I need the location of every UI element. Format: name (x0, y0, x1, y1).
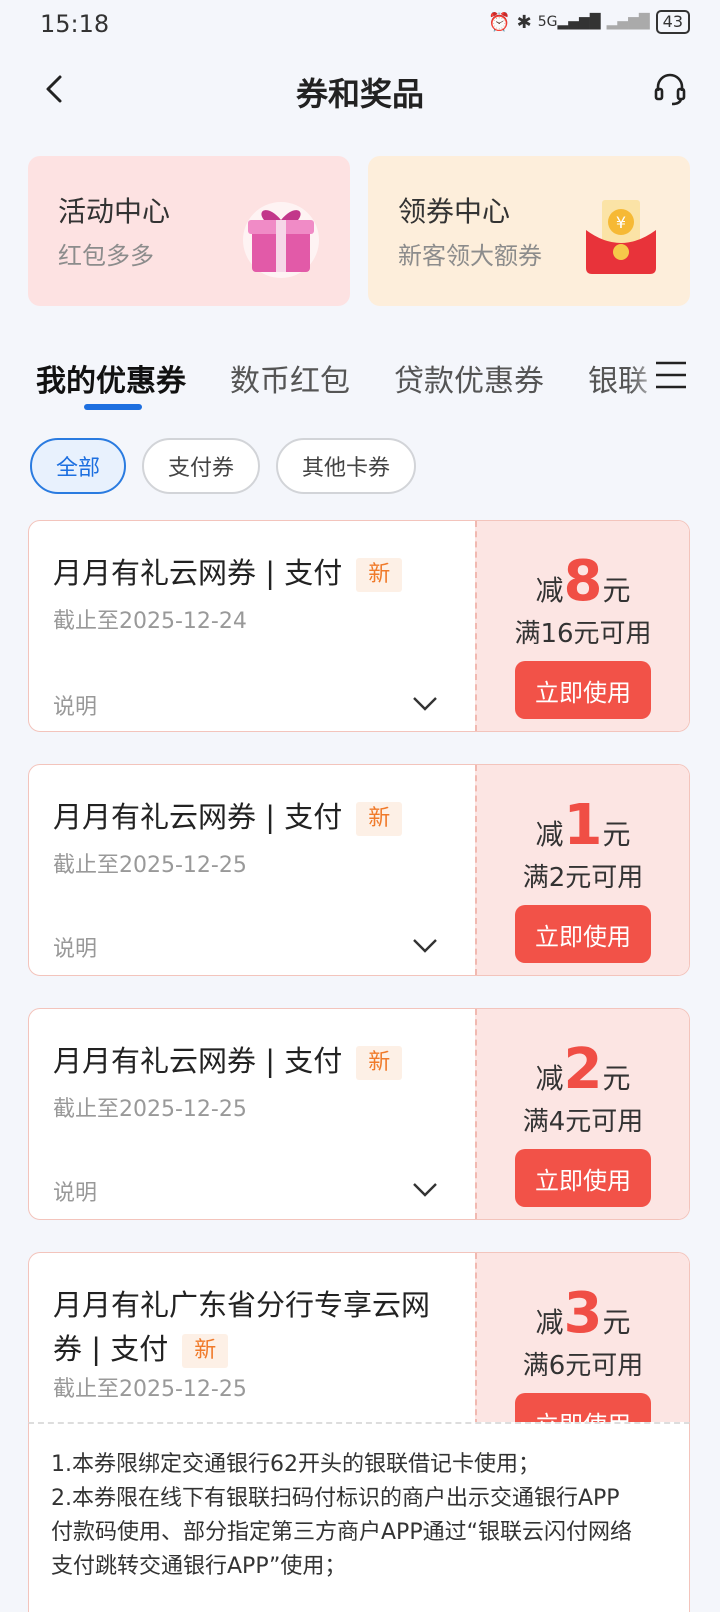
detail-line: 支付跳转交通银行APP”使用； (51, 1554, 347, 1579)
coupon-info: 月月有礼云网券 | 支付新 截止至2025-12-25 说明 (29, 765, 477, 975)
coupon-condition: 满16元可用 (514, 619, 652, 649)
bluetooth-icon: ✱ (516, 11, 532, 33)
coupon-card: 月月有礼云网券 | 支付新 截止至2025-12-25 说明 减1元 满2元可用… (28, 764, 690, 976)
coupon-center-card[interactable]: 领券中心 新客领大额券 ¥ (368, 156, 690, 306)
coupon-expiry: 截止至2025-12-24 (53, 609, 247, 634)
promo-title: 领券中心 (398, 195, 511, 228)
coupon-amount: 减8元 (535, 549, 631, 614)
coupon-value-panel: 减1元 满2元可用 立即使用 (475, 765, 689, 975)
promo-subtitle: 新客领大额券 (398, 242, 542, 270)
coupon-info: 月月有礼云网券 | 支付新 截止至2025-12-25 说明 (29, 1009, 477, 1219)
coupon-condition: 满6元可用 (522, 1351, 644, 1381)
coupon-title: 月月有礼云网券 | 支付新 (53, 551, 453, 595)
status-icons: ⏰ ✱ 5G▂▄▆█ ▂▄▆█ 43 (488, 10, 690, 34)
coupon-card: 月月有礼云网券 | 支付新 截止至2025-12-24 说明 减8元 满16元可… (28, 520, 690, 732)
coupon-note-toggle[interactable]: 说明 (53, 1175, 97, 1207)
signal-2-icon: ▂▄▆█ (606, 14, 650, 30)
tab-digital-red-packets[interactable]: 数币红包 (230, 356, 350, 400)
new-badge: 新 (356, 1046, 403, 1080)
new-badge: 新 (356, 802, 403, 836)
chevron-down-icon[interactable] (411, 931, 439, 959)
coupon-expiry: 截止至2025-12-25 (53, 1377, 247, 1402)
nav-bar: 券和奖品 (0, 55, 720, 125)
filter-payment-coupons[interactable]: 支付券 (142, 438, 261, 494)
filter-other-coupons[interactable]: 其他卡券 (276, 438, 417, 494)
coupon-title: 月月有礼广东省分行专享云网券 | 支付新 (53, 1288, 431, 1368)
tab-loan-coupons[interactable]: 贷款优惠券 (394, 356, 544, 400)
coupon-info: 月月有礼云网券 | 支付新 截止至2025-12-24 说明 (29, 521, 477, 731)
status-bar: 15:18 ⏰ ✱ 5G▂▄▆█ ▂▄▆█ 43 (0, 0, 720, 48)
coupon-condition: 满2元可用 (522, 863, 644, 893)
chevron-down-icon[interactable] (411, 689, 439, 717)
battery-icon: 43 (655, 10, 690, 34)
svg-text:¥: ¥ (616, 213, 626, 232)
detail-line: 2.本券限在线下有银联扫码付标识的商户出示交通银行APP (51, 1486, 620, 1511)
coupon-detail-panel: 1.本券限绑定交通银行62开头的银联借记卡使用； 2.本券限在线下有银联扫码付标… (28, 1422, 690, 1612)
coupon-note-toggle[interactable]: 说明 (53, 931, 97, 963)
detail-line: 1.本券限绑定交通银行62开头的银联借记卡使用； (51, 1452, 540, 1477)
coupon-value-panel: 减8元 满16元可用 立即使用 (475, 521, 689, 731)
filter-all[interactable]: 全部 (30, 438, 127, 494)
coupon-amount: 减2元 (535, 1037, 631, 1102)
filter-row: 全部 支付券 其他卡券 (30, 438, 417, 494)
coupon-condition: 满4元可用 (522, 1107, 644, 1137)
use-now-button[interactable]: 立即使用 (515, 661, 651, 719)
coupon-amount: 减1元 (535, 793, 631, 858)
coupon-amount: 减3元 (535, 1281, 631, 1346)
new-badge: 新 (356, 558, 403, 592)
gift-box-icon (243, 202, 319, 278)
tab-my-coupons[interactable]: 我的优惠券 (36, 356, 186, 400)
coupon-expiry: 截止至2025-12-25 (53, 1097, 247, 1122)
detail-line: 付款码使用、部分指定第三方商户APP通过“银联云闪付网络 (51, 1520, 632, 1545)
tab-bar: 我的优惠券 数币红包 贷款优惠券 银联 (0, 338, 720, 418)
activity-center-card[interactable]: 活动中心 红包多多 (28, 156, 350, 306)
coupon-note-toggle[interactable]: 说明 (53, 689, 97, 721)
chevron-down-icon[interactable] (411, 1175, 439, 1203)
tab-indicator (84, 404, 142, 410)
coupon-title: 月月有礼云网券 | 支付新 (53, 1039, 453, 1083)
alarm-icon: ⏰ (488, 11, 511, 33)
signal-icon: 5G▂▄▆█ (537, 14, 601, 30)
page-title: 券和奖品 (295, 75, 424, 113)
coupon-title: 月月有礼云网券 | 支付新 (53, 795, 453, 839)
customer-service-icon[interactable] (650, 69, 690, 109)
new-badge: 新 (182, 1334, 229, 1368)
red-envelope-icon: ¥ (586, 200, 656, 274)
coupon-expiry: 截止至2025-12-25 (53, 853, 247, 878)
use-now-button[interactable]: 立即使用 (515, 905, 651, 963)
use-now-button[interactable]: 立即使用 (515, 1149, 651, 1207)
status-time: 15:18 (40, 10, 110, 38)
promo-subtitle: 红包多多 (58, 242, 154, 270)
menu-icon[interactable] (654, 358, 688, 392)
coupon-card: 月月有礼云网券 | 支付新 截止至2025-12-25 说明 减2元 满4元可用… (28, 1008, 690, 1220)
coupon-value-panel: 减2元 满4元可用 立即使用 (475, 1009, 689, 1219)
promo-title: 活动中心 (58, 195, 171, 228)
